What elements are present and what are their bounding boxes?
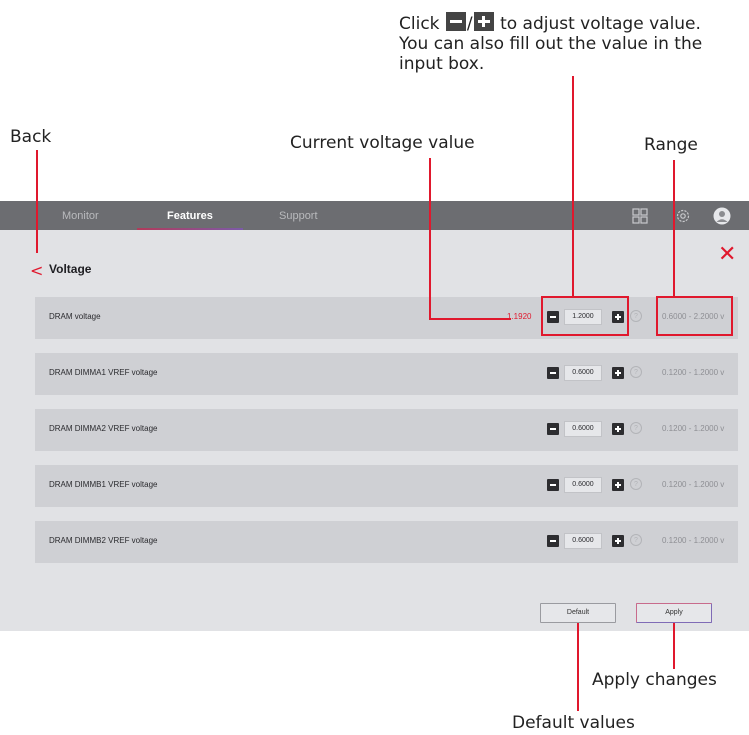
grid-icon[interactable]	[632, 208, 648, 224]
increase-button[interactable]	[612, 423, 624, 435]
leader-back	[36, 150, 38, 253]
back-chevron-icon[interactable]: <	[30, 261, 43, 280]
voltage-input[interactable]: 0.6000	[564, 365, 602, 381]
row-label: DRAM DIMMA2 VREF voltage	[49, 424, 158, 433]
row-label: DRAM DIMMA1 VREF voltage	[49, 368, 158, 377]
callout-default-values: Default values	[512, 713, 635, 733]
leader-default	[577, 623, 579, 711]
callout-click-text: Click	[399, 14, 440, 34]
help-icon[interactable]: ?	[630, 478, 642, 490]
decrease-button[interactable]	[547, 479, 559, 491]
help-icon[interactable]: ?	[630, 534, 642, 546]
voltage-row: DRAM DIMMA2 VREF voltage 0.6000 ? 0.1200…	[35, 409, 738, 451]
voltage-row: DRAM voltage 1.1920 1.2000 ? 0.6000 - 2.…	[35, 297, 738, 339]
minus-icon	[445, 12, 466, 31]
range-text: 0.1200 - 1.2000 v	[662, 536, 725, 545]
range-text: 0.1200 - 1.2000 v	[662, 480, 725, 489]
avatar[interactable]	[713, 207, 731, 225]
voltage-input[interactable]: 0.6000	[564, 533, 602, 549]
decrease-button[interactable]	[547, 423, 559, 435]
top-navbar: Monitor Features Support	[0, 201, 749, 230]
close-icon[interactable]: ✕	[718, 244, 736, 266]
leader-instructions	[572, 76, 574, 298]
highlight-range	[656, 296, 733, 336]
range-text: 0.1200 - 1.2000 v	[662, 368, 725, 377]
range-text: 0.1200 - 1.2000 v	[662, 424, 725, 433]
help-icon[interactable]: ?	[630, 310, 642, 322]
row-label: DRAM DIMMB2 VREF voltage	[49, 536, 158, 545]
tab-features[interactable]: Features	[167, 210, 213, 222]
apply-button[interactable]: Apply	[636, 603, 712, 623]
plus-icon	[473, 12, 494, 31]
callout-line3: input box.	[399, 54, 485, 74]
help-icon[interactable]: ?	[630, 422, 642, 434]
page-title: Voltage	[49, 262, 92, 276]
leader-apply	[673, 623, 675, 669]
voltage-input[interactable]: 0.6000	[564, 477, 602, 493]
voltage-row: DRAM DIMMA1 VREF voltage 0.6000 ? 0.1200…	[35, 353, 738, 395]
voltage-row: DRAM DIMMB2 VREF voltage 0.6000 ? 0.1200…	[35, 521, 738, 563]
row-label: DRAM DIMMB1 VREF voltage	[49, 480, 158, 489]
gear-icon[interactable]	[675, 208, 691, 224]
increase-button[interactable]	[612, 367, 624, 379]
default-button[interactable]: Default	[540, 603, 616, 623]
app-window: Monitor Features Support < Voltage ✕ DRA…	[0, 201, 749, 631]
tab-monitor[interactable]: Monitor	[62, 210, 99, 222]
highlight-stepper	[541, 296, 629, 336]
voltage-row: DRAM DIMMB1 VREF voltage 0.6000 ? 0.1200…	[35, 465, 738, 507]
voltage-input[interactable]: 0.6000	[564, 421, 602, 437]
decrease-button[interactable]	[547, 535, 559, 547]
active-tab-indicator	[137, 228, 243, 230]
callout-range: Range	[644, 135, 698, 155]
callout-apply-changes: Apply changes	[592, 670, 717, 690]
callout-adjust-instructions: Click / to adjust voltage value. You can…	[399, 12, 749, 74]
callout-adjust-text: to adjust voltage value.	[500, 14, 701, 34]
callout-line2: You can also fill out the value in the	[399, 34, 703, 54]
row-label: DRAM voltage	[49, 312, 101, 321]
callout-current-voltage: Current voltage value	[290, 133, 475, 153]
increase-button[interactable]	[612, 479, 624, 491]
tab-support[interactable]: Support	[279, 210, 318, 222]
leader-range	[673, 160, 675, 298]
leader-current-horizontal	[429, 318, 511, 320]
leader-current-vertical	[429, 158, 431, 319]
help-icon[interactable]: ?	[630, 366, 642, 378]
callout-back: Back	[10, 127, 52, 147]
increase-button[interactable]	[612, 535, 624, 547]
decrease-button[interactable]	[547, 367, 559, 379]
